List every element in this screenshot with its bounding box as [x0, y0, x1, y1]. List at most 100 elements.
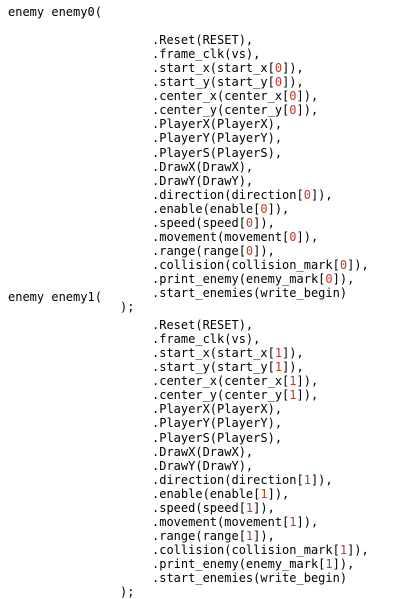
- code-text: ]),: [253, 500, 275, 515]
- code-text: ]),: [332, 271, 355, 286]
- code-text: ]),: [267, 486, 290, 501]
- port-connection-line: .enable(enable[0]),: [152, 202, 289, 216]
- module-instance-header: enemy enemy0(: [8, 5, 102, 19]
- port-connection-line: .PlayerY(PlayerY),: [152, 131, 282, 145]
- array-index-literal: 1: [260, 486, 268, 501]
- code-text: .direction(direction[: [152, 472, 304, 487]
- code-text: .PlayerS(PlayerS),: [152, 430, 283, 445]
- array-index-literal: 1: [325, 556, 333, 571]
- array-index-literal: 1: [274, 360, 283, 375]
- code-text: ]),: [253, 215, 275, 230]
- array-index-literal: 1: [339, 542, 348, 557]
- code-text: ]),: [282, 346, 304, 361]
- code-text: .range(range[: [152, 243, 246, 258]
- code-text: .collision(collision_mark[: [152, 542, 340, 557]
- code-text: .PlayerX(PlayerX),: [152, 117, 283, 132]
- port-connection-line: .Reset(RESET),: [152, 33, 253, 47]
- code-text: .DrawX(DrawX),: [152, 159, 254, 174]
- array-index-literal: 1: [274, 346, 283, 361]
- port-connection-line: .center_x(center_x[1]),: [152, 374, 318, 388]
- code-text: .center_y(center_y[: [152, 103, 290, 118]
- port-connection-line: .PlayerX(PlayerX),: [152, 402, 282, 416]
- array-index-literal: 1: [289, 514, 297, 529]
- instance-declaration: enemy enemy0(: [8, 5, 102, 19]
- code-view: enemy enemy0(.Reset(RESET), .frame_clk(vs…: [8, 0, 407, 599]
- port-connection-line: .start_y(start_y[1]),: [152, 360, 304, 374]
- code-text: ]),: [282, 75, 304, 90]
- module-instance-header: enemy enemy1(: [8, 290, 102, 304]
- code-text: .Reset(RESET),: [152, 33, 254, 48]
- code-text: ]),: [267, 201, 290, 216]
- closing-paren: );: [120, 585, 135, 599]
- code-text: .collision(collision_mark[: [152, 257, 340, 272]
- code-text: ]),: [347, 542, 369, 557]
- code-text: ]),: [347, 257, 369, 272]
- port-connection-line: .start_enemies(write_begin): [152, 286, 347, 300]
- code-text: .frame_clk(vs),: [152, 332, 261, 347]
- port-connection-line: .speed(speed[1]),: [152, 501, 275, 515]
- instance-closing: );: [120, 300, 134, 314]
- code-text: .frame_clk(vs),: [152, 47, 261, 62]
- code-text: ]),: [296, 89, 319, 104]
- code-text: .movement(movement[: [152, 229, 290, 244]
- array-index-literal: 1: [289, 374, 297, 389]
- code-text: .print_enemy(enemy_mark[: [152, 556, 326, 571]
- port-connection-line: .start_x(start_x[1]),: [152, 346, 304, 360]
- array-index-literal: 0: [260, 201, 268, 216]
- code-text: .print_enemy(enemy_mark[: [152, 271, 326, 286]
- array-index-literal: 0: [274, 61, 283, 76]
- port-connection-line: .center_y(center_y[0]),: [152, 103, 318, 117]
- closing-paren: );: [120, 300, 135, 315]
- array-index-literal: 0: [274, 75, 283, 90]
- code-text: .range(range[: [152, 528, 246, 543]
- port-connection-line: .DrawX(DrawX),: [152, 445, 253, 459]
- port-connection-line: .PlayerS(PlayerS),: [152, 431, 282, 445]
- port-connection-line: .range(range[0]),: [152, 244, 275, 258]
- port-connection-line: .center_x(center_x[0]),: [152, 89, 318, 103]
- code-text: ]),: [310, 472, 333, 487]
- code-text: ]),: [296, 388, 319, 403]
- code-text: ]),: [296, 229, 319, 244]
- code-text: .PlayerS(PlayerS),: [152, 145, 283, 160]
- code-text: ]),: [296, 514, 319, 529]
- port-connection-line: .print_enemy(enemy_mark[1]),: [152, 557, 354, 571]
- code-text: .PlayerY(PlayerY),: [152, 131, 283, 146]
- code-text: .start_enemies(write_begin): [152, 571, 348, 585]
- code-text: .PlayerY(PlayerY),: [152, 416, 283, 431]
- code-text: ]),: [296, 374, 319, 389]
- code-text: ]),: [253, 528, 275, 543]
- code-text: ]),: [253, 243, 275, 258]
- port-connection-line: .range(range[1]),: [152, 529, 275, 543]
- array-index-literal: 0: [289, 103, 297, 118]
- code-text: .start_x(start_x[: [152, 61, 275, 76]
- port-connection-line: .start_enemies(write_begin): [152, 571, 347, 585]
- port-connection-line: .PlayerY(PlayerY),: [152, 416, 282, 430]
- array-index-literal: 0: [325, 271, 333, 286]
- port-connection-line: .speed(speed[0]),: [152, 216, 275, 230]
- port-connection-line: .PlayerS(PlayerS),: [152, 146, 282, 160]
- code-text: .start_x(start_x[: [152, 346, 275, 361]
- port-connection-line: .start_x(start_x[0]),: [152, 61, 304, 75]
- code-text: .center_x(center_x[: [152, 89, 290, 104]
- code-text: .center_x(center_x[: [152, 374, 290, 389]
- instance-declaration: enemy enemy1(: [8, 290, 102, 304]
- port-connection-line: .frame_clk(vs),: [152, 332, 260, 346]
- code-text: ]),: [282, 61, 304, 76]
- port-connection-line: .movement(movement[1]),: [152, 515, 318, 529]
- port-connection-line: .Reset(RESET),: [152, 318, 253, 332]
- port-connection-line: .DrawX(DrawX),: [152, 160, 253, 174]
- code-text: .enable(enable[: [152, 201, 261, 216]
- port-connection-line: .center_y(center_y[1]),: [152, 388, 318, 402]
- code-text: .speed(speed[: [152, 215, 246, 230]
- array-index-literal: 0: [303, 187, 311, 202]
- code-text: .PlayerX(PlayerX),: [152, 402, 283, 417]
- code-text: .start_y(start_y[: [152, 360, 275, 375]
- code-text: ]),: [310, 187, 333, 202]
- port-connection-line: .collision(collision_mark[0]),: [152, 258, 369, 272]
- port-connection-line: .PlayerX(PlayerX),: [152, 117, 282, 131]
- array-index-literal: 0: [289, 89, 297, 104]
- port-connection-line: .frame_clk(vs),: [152, 47, 260, 61]
- port-connection-line: .enable(enable[1]),: [152, 487, 289, 501]
- code-text: .start_y(start_y[: [152, 75, 275, 90]
- code-text: ]),: [332, 556, 355, 571]
